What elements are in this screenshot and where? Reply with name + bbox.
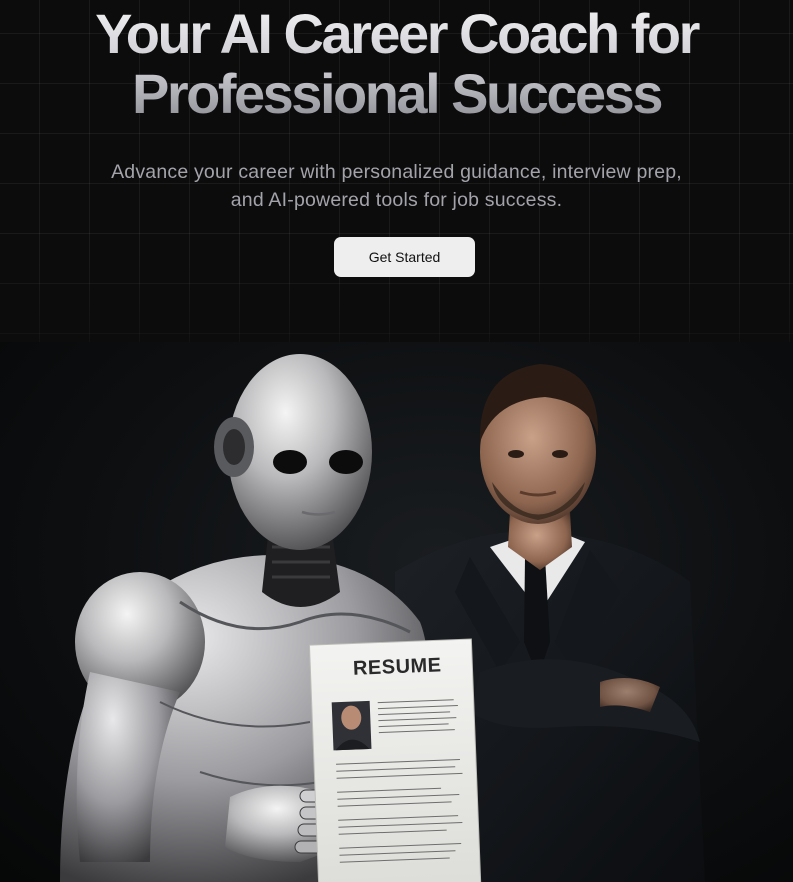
hero-title-line-2: Professional Success	[132, 62, 661, 125]
get-started-button[interactable]: Get Started	[334, 237, 475, 277]
hero-title-line-1: Your AI Career Coach for	[95, 2, 698, 65]
hero-section: Your AI Career Coach for Professional Su…	[0, 0, 793, 342]
robot-and-businessman-illustration	[60, 354, 705, 882]
hero-subtitle: Advance your career with personalized gu…	[111, 161, 682, 211]
hero-title: Your AI Career Coach for Professional Su…	[0, 4, 793, 124]
hero-banner-image: RESUME	[0, 342, 793, 882]
resume-heading: RESUME	[352, 654, 442, 680]
